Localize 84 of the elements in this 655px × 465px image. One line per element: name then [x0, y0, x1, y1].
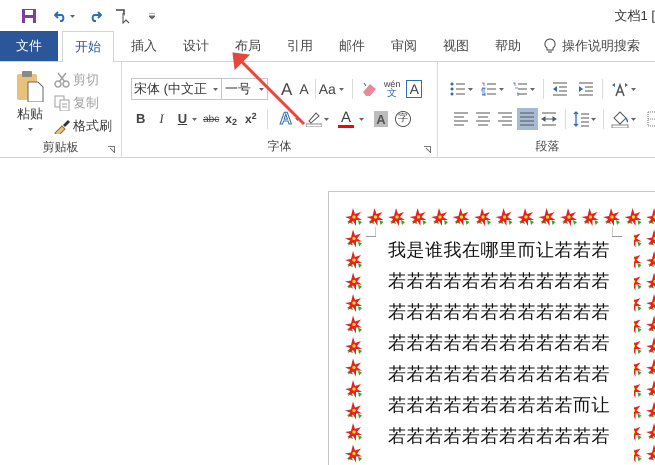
paintbrush-icon	[54, 118, 70, 134]
font-name-field[interactable]: 宋体 (中文正	[131, 78, 222, 100]
paste-button[interactable]: 粘贴	[10, 70, 50, 136]
align-center-icon	[474, 110, 492, 128]
text-effects-button[interactable]: A	[280, 106, 300, 132]
dropdown-caret-icon[interactable]	[28, 128, 32, 130]
dropdown-caret-icon	[192, 118, 198, 120]
decrease-indent-icon[interactable]	[552, 82, 568, 96]
ribbon-tab[interactable]: 审阅	[390, 31, 418, 61]
lightbulb-icon[interactable]	[544, 38, 556, 54]
ribbon-tab[interactable]: 布局	[234, 31, 262, 61]
dropdown-caret-icon[interactable]	[591, 118, 596, 120]
dropdown-caret-icon	[259, 88, 264, 90]
text-line: 我是谁我在哪里而让若若若	[388, 240, 611, 261]
dropdown-caret-icon[interactable]	[499, 88, 504, 90]
ribbon-tab[interactable]: 设计	[182, 31, 210, 61]
ribbon-tab[interactable]: 视图	[442, 31, 470, 61]
scissors-icon	[54, 72, 70, 88]
ribbon-tab[interactable]: 插入	[130, 31, 158, 61]
group-label: 字体	[268, 138, 292, 155]
text-line: 若若若若若若若若若若若若	[388, 426, 611, 447]
copy-icon	[54, 95, 70, 111]
strikethrough-button[interactable]: abc	[203, 112, 220, 126]
borders-icon[interactable]	[647, 111, 655, 127]
superscript-button[interactable]: x$^{2}$	[244, 110, 257, 128]
ribbon-tab[interactable]: 引用	[286, 31, 314, 61]
dropdown-caret-icon[interactable]	[530, 88, 535, 90]
dropdown-caret-icon[interactable]	[468, 88, 473, 90]
clipboard-icon[interactable]	[15, 70, 45, 102]
group-label: 段落	[536, 138, 560, 155]
align-right-icon	[496, 110, 514, 128]
text-line: 若若若若若若若若若若若若	[388, 302, 611, 323]
multilevel-list-icon[interactable]	[512, 82, 528, 96]
align-left-icon	[452, 110, 470, 128]
phonetic-guide-button[interactable]: wén 文	[384, 80, 400, 98]
line-spacing-icon[interactable]	[573, 110, 590, 128]
font-size-field[interactable]: 一号	[222, 78, 268, 100]
dropdown-caret-icon[interactable]	[631, 118, 636, 120]
group-label: 剪贴板	[42, 138, 78, 156]
customize-toolbar-icon[interactable]	[149, 13, 155, 19]
ribbon-tab[interactable]: 帮助	[494, 31, 522, 61]
grow-font-button[interactable]: A	[281, 80, 292, 98]
align-justify-button[interactable]	[516, 108, 538, 130]
dropdown-caret-icon	[358, 118, 364, 120]
dropdown-caret-icon[interactable]	[631, 88, 636, 90]
character-border-button[interactable]: A	[406, 80, 422, 98]
dropdown-caret-icon[interactable]	[324, 118, 329, 120]
font-color-button[interactable]: A	[338, 110, 364, 128]
bold-button[interactable]: B	[136, 109, 146, 129]
highlighter-icon[interactable]	[306, 111, 322, 127]
format-painter-button[interactable]: 格式刷	[54, 116, 112, 136]
align-justify-icon	[518, 110, 536, 128]
shrink-font-button[interactable]: A	[299, 82, 309, 96]
dropdown-caret-icon	[213, 88, 218, 90]
underline-button[interactable]: U	[178, 109, 198, 129]
italic-button[interactable]: I	[159, 109, 164, 129]
character-shading-button[interactable]: A	[374, 111, 388, 127]
file-tab[interactable]: 文件	[0, 31, 58, 61]
dropdown-caret-icon	[338, 88, 344, 90]
text-line: 若若若若若若若若若若若若	[388, 333, 611, 354]
paint-bucket-icon[interactable]	[611, 110, 630, 128]
dropdown-caret-icon[interactable]	[70, 14, 75, 18]
text-line: 若若若若若若若若若若若若	[388, 364, 611, 385]
dialog-launcher-icon[interactable]	[108, 146, 115, 153]
dropdown-caret-icon	[294, 118, 300, 120]
save-icon[interactable]	[21, 8, 37, 24]
numbering-icon[interactable]	[481, 82, 497, 96]
corner-mark-icon	[366, 227, 376, 237]
document-title: 文档1 [	[614, 7, 655, 26]
ribbon-tab[interactable]: 开始	[62, 31, 114, 62]
text-line: 若若若若若若若若若若若若	[388, 271, 611, 292]
touch-mode-icon[interactable]	[115, 8, 131, 24]
enclose-characters-button[interactable]: 字	[394, 111, 411, 127]
increase-indent-icon[interactable]	[578, 82, 594, 96]
dialog-launcher-icon[interactable]	[424, 146, 431, 153]
subscript-button[interactable]: x$_{2}$	[225, 110, 237, 128]
text-line: 若若若若若若若若若若而让	[388, 395, 611, 416]
text-direction-icon[interactable]	[611, 81, 629, 97]
bullets-icon[interactable]	[450, 82, 466, 96]
align-distributed-icon	[540, 110, 558, 128]
ribbon-tab[interactable]: 邮件	[338, 31, 366, 61]
corner-mark-icon	[612, 227, 622, 237]
change-case-button[interactable]: Aa	[318, 78, 344, 100]
tell-me-search[interactable]: 操作说明搜索	[562, 36, 640, 56]
